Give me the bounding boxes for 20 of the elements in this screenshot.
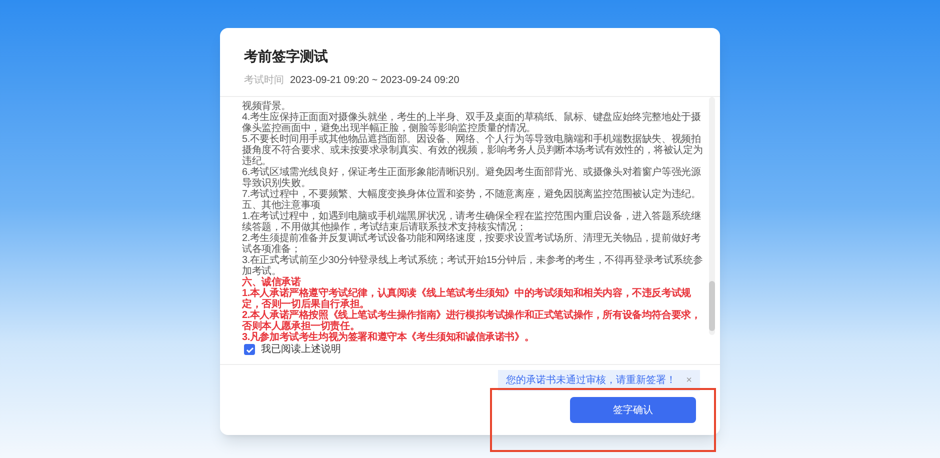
- notice-paragraph: 7.考试过程中，不要频繁、大幅度变换身体位置和姿势，不随意离座，避免因脱离监控范围被认定为违纪。: [242, 189, 702, 200]
- agree-label: 我已阅读上述说明: [261, 342, 341, 357]
- notice-paragraph: 五、其他注意事项: [242, 200, 322, 211]
- notice-paragraph: 六、诚信承诺: [242, 277, 301, 288]
- notice-paragraph: 1.在考试过程中，如遇到电脑或手机端黑屏状况，请考生确保全程在监控范围内重启设备，进入答题系统继续答题，不用做其他操作，考试结束后请联系技术支持核实情况；: [242, 211, 702, 233]
- dialog-title: 考前签字测试: [244, 47, 329, 66]
- notice-paragraph: 视频背景。: [242, 101, 292, 112]
- close-button[interactable]: ×: [686, 376, 692, 386]
- toast-message: 您的承诺书未通过审核，请重新签署！: [506, 374, 676, 388]
- notice-paragraph: 3.在正式考试前至少30分钟登录线上考试系统；考试开始15分钟后，未参考的考生，不得再登录考试系统参加考试。: [242, 255, 704, 277]
- notice-paragraph: 1.本人承诺严格遵守考试纪律，认真阅读《线上笔试考生须知》中的考试须知和相关内容，不违反考试规定，否则一切后果自行承担。: [242, 288, 692, 310]
- notice-paragraph: 4.考生应保持正面面对摄像头就坐，考生的上半身、双手及桌面的草稿纸、鼠标、键盘应始终完整地处于摄像头监控画面中，避免出现半幅正脸，侧脸等影响监控质量的情况。: [242, 112, 702, 134]
- confirm-button[interactable]: 签字确认: [570, 397, 696, 423]
- time-value: 2023-09-21 09:20 ~ 2023-09-24 09:20: [290, 74, 460, 88]
- notice-paragraph: 5.不要长时间用手或其他物品遮挡面部。因设备、网络、个人行为等导致电脑端和手机端数据缺失、视频拍摄角度不符合要求、或未按要求录制真实、有效的视频，影响考务人员判断本场考试有效性的，将被认定为违纪。: [242, 134, 704, 167]
- notice-paragraph: 2.本人承诺严格按照《线上笔试考生操作指南》进行模拟考试操作和正式笔试操作，所有设备均符合要求，否则本人愿承担一切责任。: [242, 310, 702, 332]
- notice-paragraph: 2.考生须提前准备并反复调试考试设备功能和网络速度，按要求设置考试场所、清理无关物品，提前做好考试各项准备；: [242, 233, 701, 255]
- notice-paragraph: 3.凡参加考试考生均视为签署和遵守本《考生须知和诚信承诺书》。: [242, 332, 536, 343]
- time-label: 考试时间: [244, 74, 284, 88]
- notice-paragraph: 6.考试区域需光线良好，保证考生正面形象能清晰识别。避免因考生面部背光、或摄像头对着窗户等强光源导致识别失败。: [242, 167, 702, 189]
